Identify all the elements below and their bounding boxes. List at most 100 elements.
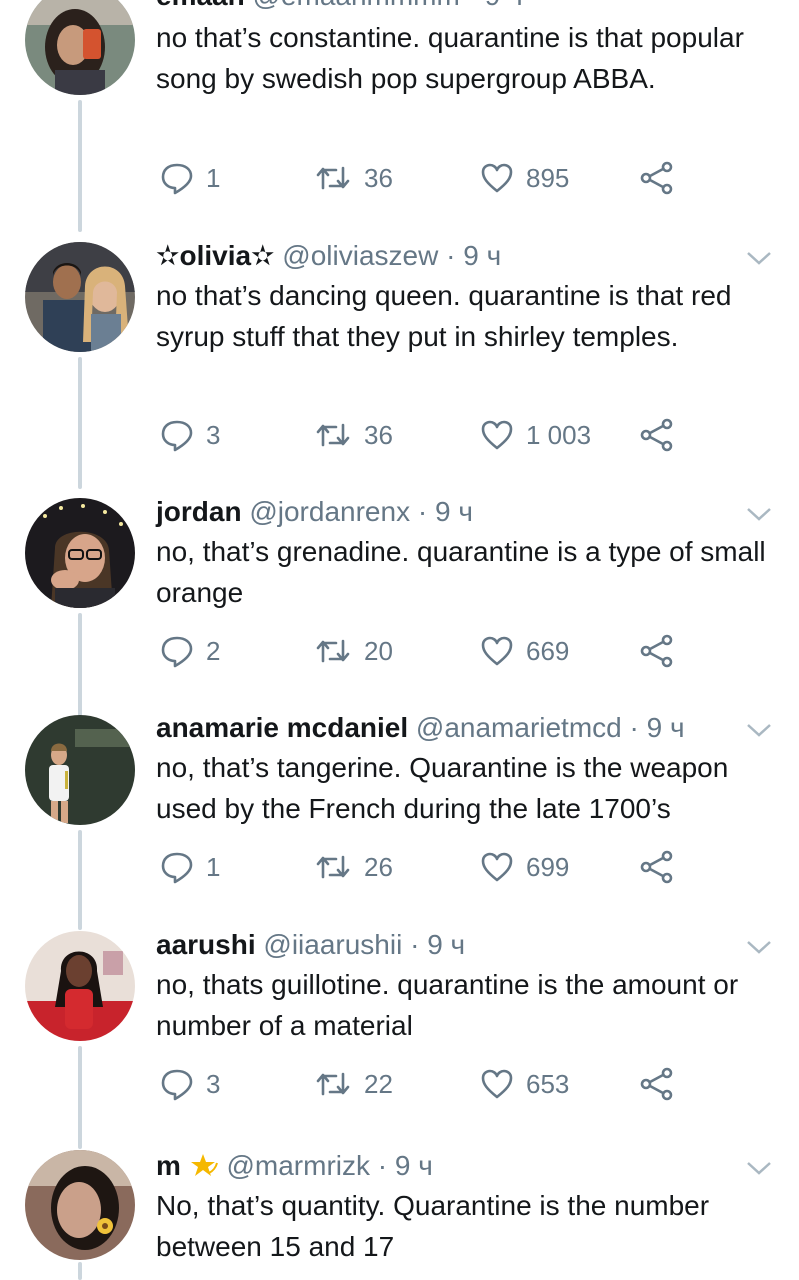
timestamp[interactable]: · 9 ч <box>378 1150 433 1181</box>
timestamp[interactable]: · 9 ч <box>468 0 523 11</box>
display-name[interactable]: aarushi <box>156 929 256 960</box>
retweet-icon <box>316 639 350 663</box>
tweet[interactable]: jordan @jordanrenx · 9 ч no, that’s gren… <box>0 494 799 690</box>
reply-button[interactable]: 1 <box>160 847 220 887</box>
retweet-count: 26 <box>364 851 393 882</box>
user-handle[interactable]: @jordanrenx <box>249 496 410 527</box>
user-handle[interactable]: @iiaarushii <box>263 929 402 960</box>
reply-count: 2 <box>206 635 221 666</box>
display-name[interactable]: jordan <box>156 496 242 527</box>
reply-button[interactable]: 1 <box>160 158 220 198</box>
like-count: 653 <box>526 1068 570 1099</box>
like-button[interactable]: 895 <box>480 158 569 198</box>
chevron-down-icon[interactable] <box>744 1158 774 1178</box>
like-count: 699 <box>526 851 570 882</box>
like-icon <box>481 163 513 193</box>
retweet-button[interactable]: 22 <box>314 1064 393 1104</box>
user-handle[interactable]: @marmrizk <box>226 1150 370 1181</box>
user-handle[interactable]: @oliviaszew <box>282 240 438 271</box>
retweet-button[interactable]: 20 <box>314 631 393 671</box>
share-button[interactable] <box>640 847 674 887</box>
display-name[interactable]: ✫olivia✫ <box>156 240 275 271</box>
retweet-icon <box>316 423 350 447</box>
timestamp[interactable]: · 9 ч <box>418 496 473 527</box>
tweet-text: no, that’s grenadine. quarantine is a ty… <box>156 536 766 608</box>
chevron-down-icon[interactable] <box>744 0 774 2</box>
avatar[interactable] <box>25 0 135 95</box>
user-handle[interactable]: @anamarietmcd <box>416 712 622 743</box>
tweet-header: emaan @emaanmmmm · 9 ч <box>156 0 523 14</box>
tweet-text: no, that’s tangerine. Quarantine is the … <box>156 752 729 824</box>
share-button[interactable] <box>640 158 674 198</box>
like-button[interactable]: 699 <box>480 847 569 887</box>
tweet-header: ✫olivia✫ @oliviaszew · 9 ч <box>156 238 501 274</box>
tweet-text: No, that’s quantity. Quarantine is the n… <box>156 1190 710 1262</box>
reply-button[interactable]: 3 <box>160 1064 220 1104</box>
avatar[interactable] <box>25 715 135 825</box>
reply-icon <box>161 636 193 668</box>
like-icon <box>481 420 513 450</box>
reply-icon <box>161 1069 193 1101</box>
retweet-button[interactable]: 36 <box>314 415 393 455</box>
avatar[interactable] <box>25 1150 135 1260</box>
like-icon <box>481 636 513 666</box>
reply-button[interactable]: 3 <box>160 415 220 455</box>
share-button[interactable] <box>640 631 674 671</box>
tweet-actions: 3 22 653 <box>156 1064 716 1104</box>
share-icon <box>640 418 673 452</box>
avatar[interactable] <box>25 498 135 608</box>
tweet-header: jordan @jordanrenx · 9 ч <box>156 494 473 530</box>
tweet[interactable]: ✫olivia✫ @oliviaszew · 9 ч no that’s dan… <box>0 238 799 468</box>
tweet-header: aarushi @iiaarushii · 9 ч <box>156 927 465 963</box>
tweet-actions: 1 36 895 <box>156 158 716 198</box>
user-handle[interactable]: @emaanmmmm <box>253 0 460 11</box>
like-count: 669 <box>526 635 570 666</box>
tweet-text: no that’s dancing queen. quarantine is t… <box>156 280 732 352</box>
like-button[interactable]: 1 003 <box>480 415 591 455</box>
timestamp[interactable]: · 9 ч <box>446 240 501 271</box>
share-icon <box>640 161 673 195</box>
tweet[interactable]: anamarie mcdaniel @anamarietmcd · 9 ч no… <box>0 710 799 906</box>
tweet[interactable]: m @marmrizk · 9 ч No, that’s quantity. Q… <box>0 1148 799 1280</box>
share-icon <box>640 1067 673 1101</box>
tweet[interactable]: emaan @emaanmmmm · 9 ч no that’s constan… <box>0 0 799 218</box>
like-button[interactable]: 669 <box>480 631 569 671</box>
chevron-down-icon[interactable] <box>744 720 774 740</box>
share-icon <box>640 634 673 668</box>
share-button[interactable] <box>640 415 674 455</box>
reply-button[interactable]: 2 <box>160 631 220 671</box>
retweet-button[interactable]: 26 <box>314 847 393 887</box>
display-name[interactable]: anamarie mcdaniel <box>156 712 408 743</box>
share-button[interactable] <box>640 1064 674 1104</box>
tweet-header: anamarie mcdaniel @anamarietmcd · 9 ч <box>156 710 685 746</box>
like-count: 895 <box>526 162 570 193</box>
chevron-down-icon[interactable] <box>744 937 774 957</box>
reply-icon <box>161 420 193 452</box>
tweet[interactable]: aarushi @iiaarushii · 9 ч no, thats guil… <box>0 927 799 1123</box>
timestamp[interactable]: · 9 ч <box>630 712 685 743</box>
chevron-down-icon[interactable] <box>744 504 774 524</box>
retweet-icon <box>316 855 350 879</box>
retweet-button[interactable]: 36 <box>314 158 393 198</box>
retweet-count: 36 <box>364 419 393 450</box>
display-name[interactable]: emaan <box>156 0 245 11</box>
like-count: 1 003 <box>526 419 592 450</box>
avatar[interactable] <box>25 242 135 352</box>
like-button[interactable]: 653 <box>480 1064 569 1104</box>
tweet-header: m @marmrizk · 9 ч <box>156 1148 433 1184</box>
tweet-text: no that’s constantine. quarantine is tha… <box>156 22 744 94</box>
timestamp[interactable]: · 9 ч <box>410 929 465 960</box>
tweet-text: no, thats guillotine. quarantine is the … <box>156 969 739 1041</box>
star-emoji-icon <box>189 1151 219 1179</box>
display-name[interactable]: m <box>156 1150 181 1181</box>
share-icon <box>640 850 673 884</box>
retweet-count: 22 <box>364 1068 393 1099</box>
chevron-down-icon[interactable] <box>744 248 774 268</box>
tweet-actions: 2 20 669 <box>156 631 716 671</box>
tweet-actions: 3 36 1 003 <box>156 415 716 455</box>
retweet-count: 36 <box>364 162 393 193</box>
avatar[interactable] <box>25 931 135 1041</box>
retweet-icon <box>316 166 350 190</box>
retweet-count: 20 <box>364 635 393 666</box>
reply-count: 1 <box>206 851 221 882</box>
